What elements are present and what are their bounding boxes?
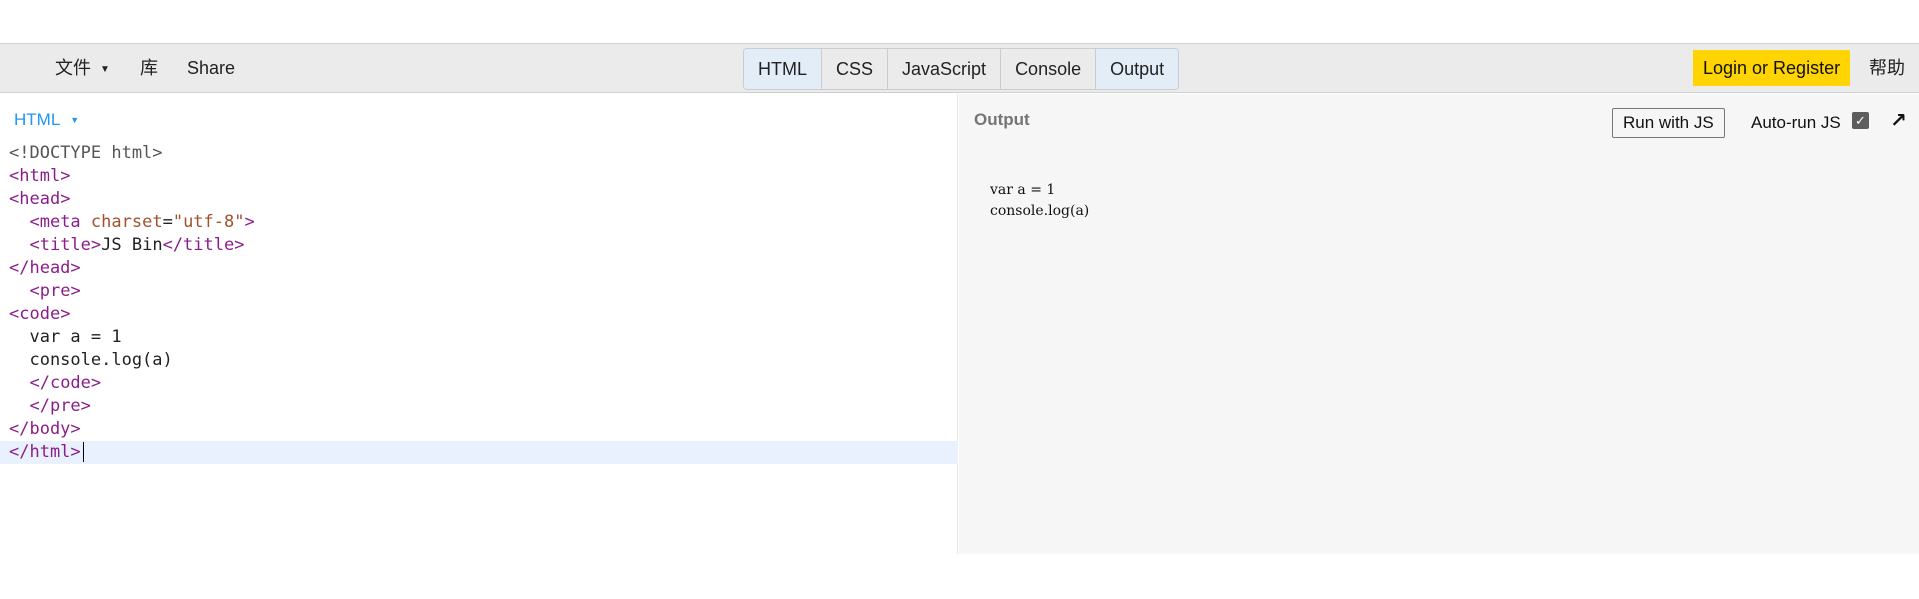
editor-language-label: HTML: [14, 110, 61, 129]
code-line[interactable]: <html>: [0, 165, 958, 188]
tab-css[interactable]: CSS: [822, 49, 889, 89]
html-editor-panel: HTML ▼ <!DOCTYPE html> <html> <head> <meta …: [0, 94, 958, 554]
file-menu[interactable]: 文件 ▼: [55, 44, 110, 92]
code-line[interactable]: </body>: [0, 418, 958, 441]
autorun-checkbox[interactable]: ✓: [1852, 112, 1869, 129]
code-line[interactable]: <head>: [0, 188, 958, 211]
code-line[interactable]: <title>JS Bin</title>: [0, 234, 958, 257]
code-line[interactable]: </code>: [0, 372, 958, 395]
code-line[interactable]: var a = 1: [0, 326, 958, 349]
help-menu[interactable]: 帮助: [1869, 44, 1905, 92]
arrow-up-right-icon[interactable]: ↗: [1890, 108, 1907, 133]
code-line[interactable]: <code>: [0, 303, 958, 326]
share-menu[interactable]: Share: [187, 44, 235, 92]
editor-language-selector[interactable]: HTML ▼: [14, 110, 79, 130]
caret-down-icon: ▼: [100, 64, 110, 75]
autorun-label: Auto-run JS: [1751, 113, 1841, 132]
tab-output[interactable]: Output: [1096, 49, 1179, 89]
run-with-js-button[interactable]: Run with JS: [1612, 108, 1725, 138]
output-content: var a = 1 console.log(a): [990, 180, 1089, 222]
code-editor[interactable]: <!DOCTYPE html> <html> <head> <meta charse…: [0, 142, 958, 464]
tab-javascript[interactable]: JavaScript: [888, 49, 1002, 89]
code-line[interactable]: <meta charset="utf-8">: [0, 211, 958, 234]
panel-tabs: HTML CSS JavaScript Console Output: [743, 48, 1180, 90]
file-menu-label: 文件: [55, 58, 91, 78]
caret-down-icon: ▼: [70, 115, 80, 125]
output-line: console.log(a): [990, 203, 1090, 219]
tab-html[interactable]: HTML: [744, 49, 822, 89]
toolbar: 文件 ▼ 库 Share HTML CSS JavaScript Console …: [0, 43, 1919, 93]
code-line[interactable]: console.log(a): [0, 349, 958, 372]
output-label: Output: [974, 110, 1030, 129]
text-cursor: [82, 442, 84, 462]
tab-console[interactable]: Console: [1001, 49, 1097, 89]
library-menu[interactable]: 库: [140, 44, 158, 92]
code-line[interactable]: </head>: [0, 257, 958, 280]
output-panel: Output Run with JS Auto-run JS ✓ ↗ var a…: [959, 94, 1919, 554]
code-line[interactable]: </html>: [0, 441, 958, 464]
code-line[interactable]: </pre>: [0, 395, 958, 418]
login-register-button[interactable]: Login or Register: [1693, 50, 1851, 86]
code-line[interactable]: <pre>: [0, 280, 958, 303]
output-line: var a = 1: [990, 182, 1056, 198]
code-line[interactable]: <!DOCTYPE html>: [0, 142, 958, 165]
